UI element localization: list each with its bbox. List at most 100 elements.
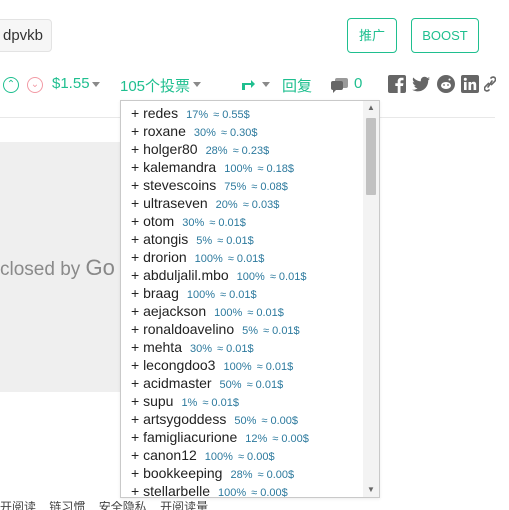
- voter-percent: 100%: [214, 307, 243, 319]
- payout-value[interactable]: $1.55: [52, 75, 90, 92]
- voter-item[interactable]: + otom 30% ≈ 0.01$: [121, 212, 364, 230]
- resteem-icon[interactable]: [240, 77, 256, 93]
- voter-name[interactable]: + stevescoins: [131, 177, 216, 193]
- voter-item[interactable]: + ultraseven 20% ≈ 0.03$: [121, 194, 364, 212]
- voter-name[interactable]: + holger80: [131, 141, 198, 157]
- footer-link[interactable]: 开阅读: [0, 501, 36, 510]
- payout-caret-icon[interactable]: [92, 82, 100, 87]
- voter-list: + redes 17% ≈ 0.55$ + roxane 30% ≈ 0.30$ + hol…: [121, 104, 364, 498]
- voter-amount: ≈ 0.01$: [227, 253, 265, 265]
- voter-name[interactable]: + famigliacurione: [131, 429, 237, 445]
- voter-name[interactable]: + redes: [131, 105, 178, 121]
- voter-percent: 100%: [204, 451, 233, 463]
- voter-item[interactable]: + lecongdoo3 100% ≈ 0.01$: [121, 356, 364, 374]
- voter-amount: ≈ 0.01$: [263, 325, 300, 337]
- voter-percent: 100%: [224, 163, 253, 175]
- twitter-icon[interactable]: [412, 75, 430, 93]
- voter-percent: 50%: [219, 379, 242, 391]
- voter-name[interactable]: + bookkeeping: [131, 465, 222, 481]
- voter-item[interactable]: + supu 1% ≈ 0.01$: [121, 392, 364, 410]
- voter-item[interactable]: + holger80 28% ≈ 0.23$: [121, 140, 364, 158]
- voter-item[interactable]: + kalemandra 100% ≈ 0.18$: [121, 158, 364, 176]
- chevron-up-circle-icon[interactable]: ⌃: [3, 77, 19, 93]
- promote-button[interactable]: 推广: [347, 18, 397, 53]
- voter-percent: 100%: [236, 271, 265, 283]
- voter-item[interactable]: + drorion 100% ≈ 0.01$: [121, 248, 364, 266]
- voter-percent: 50%: [234, 415, 257, 427]
- comment-count[interactable]: 0: [354, 75, 362, 92]
- voter-item[interactable]: + canon12 100% ≈ 0.00$: [121, 446, 364, 464]
- voter-percent: 30%: [182, 217, 205, 229]
- linkedin-icon[interactable]: [461, 75, 479, 93]
- voters-scrollbar[interactable]: ▲ ▼: [363, 101, 379, 497]
- voter-item[interactable]: + acidmaster 50% ≈ 0.01$: [121, 374, 364, 392]
- voter-amount: ≈ 0.01$: [269, 271, 307, 283]
- voter-name[interactable]: + abduljalil.mbo: [131, 267, 229, 283]
- voter-name[interactable]: + lecongdoo3: [131, 357, 215, 373]
- voter-amount: ≈ 0.03$: [242, 199, 280, 211]
- voter-item[interactable]: + atongis 5% ≈ 0.01$: [121, 230, 364, 248]
- voter-name[interactable]: + drorion: [131, 249, 187, 265]
- voter-name[interactable]: + supu: [131, 393, 173, 409]
- reply-link[interactable]: 回复: [282, 75, 312, 96]
- voter-amount: ≈ 0.01$: [246, 379, 284, 391]
- voter-percent: 30%: [193, 127, 216, 139]
- voter-amount: ≈ 0.00$: [251, 487, 288, 498]
- reddit-icon[interactable]: [437, 75, 455, 93]
- voter-amount: ≈ 0.00$: [257, 469, 295, 481]
- voter-name[interactable]: + otom: [131, 213, 174, 229]
- voter-name[interactable]: + kalemandra: [131, 159, 216, 175]
- voter-item[interactable]: + artsygoddess 50% ≈ 0.00$: [121, 410, 364, 428]
- votes-dropdown[interactable]: 105个投票: [120, 75, 190, 96]
- voter-name[interactable]: + acidmaster: [131, 375, 212, 391]
- voter-amount: ≈ 0.30$: [220, 127, 258, 139]
- voter-name[interactable]: + mehta: [131, 339, 182, 355]
- voter-name[interactable]: + ultraseven: [131, 195, 208, 211]
- footer-link[interactable]: 安全隐私: [99, 501, 147, 510]
- voter-name[interactable]: + artsygoddess: [131, 411, 226, 427]
- voter-percent: 5%: [242, 325, 259, 337]
- voter-name[interactable]: + atongis: [131, 231, 188, 247]
- voter-item[interactable]: + roxane 30% ≈ 0.30$: [121, 122, 364, 140]
- footer-link[interactable]: 开阅读量: [160, 501, 208, 510]
- voter-name[interactable]: + canon12: [131, 447, 197, 463]
- voter-amount: ≈ 0.55$: [213, 109, 250, 121]
- facebook-icon[interactable]: [388, 75, 406, 93]
- comment-icon[interactable]: [331, 78, 348, 93]
- voter-amount: ≈ 0.00$: [272, 433, 309, 445]
- voter-item[interactable]: + stellarbelle 100% ≈ 0.00$: [121, 482, 364, 498]
- voter-name[interactable]: + stellarbelle: [131, 483, 210, 497]
- voter-item[interactable]: + redes 17% ≈ 0.55$: [121, 104, 364, 122]
- scroll-up-arrow-icon[interactable]: ▲: [363, 101, 379, 115]
- voter-amount: ≈ 0.08$: [251, 181, 288, 193]
- votes-caret-icon[interactable]: [193, 82, 201, 87]
- scroll-thumb[interactable]: [366, 118, 376, 195]
- boost-button[interactable]: BOOST: [411, 18, 479, 53]
- voter-item[interactable]: + stevescoins 75% ≈ 0.08$: [121, 176, 364, 194]
- resteem-caret-icon[interactable]: [262, 82, 270, 87]
- voter-item[interactable]: + ronaldoavelino 5% ≈ 0.01$: [121, 320, 364, 338]
- footer-links: 开阅读 链习惯 安全隐私 开阅读量: [0, 501, 509, 510]
- voter-item[interactable]: + braag 100% ≈ 0.01$: [121, 284, 364, 302]
- tag-chip[interactable]: dpvkb: [0, 19, 53, 52]
- voters-dropdown-panel[interactable]: + redes 17% ≈ 0.55$ + roxane 30% ≈ 0.30$ + hol…: [120, 100, 380, 498]
- voter-percent: 100%: [186, 289, 216, 301]
- post-action-bar: ⌃ ⌄ $1.55 105个投票 回复 0: [0, 71, 509, 99]
- voter-item[interactable]: + mehta 30% ≈ 0.01$: [121, 338, 364, 356]
- voter-item[interactable]: + aejackson 100% ≈ 0.01$: [121, 302, 364, 320]
- footer-link[interactable]: 链习惯: [49, 501, 85, 510]
- scroll-down-arrow-icon[interactable]: ▼: [363, 483, 379, 497]
- link-icon[interactable]: [484, 75, 496, 93]
- voter-item[interactable]: + famigliacurione 12% ≈ 0.00$: [121, 428, 364, 446]
- chevron-down-circle-icon[interactable]: ⌄: [27, 77, 43, 93]
- voter-name[interactable]: + braag: [131, 285, 179, 301]
- voter-amount: ≈ 0.01$: [247, 307, 284, 319]
- voter-percent: 12%: [245, 433, 268, 445]
- voter-name[interactable]: + ronaldoavelino: [131, 321, 234, 337]
- voter-percent: 20%: [215, 199, 238, 211]
- voter-name[interactable]: + roxane: [131, 123, 186, 139]
- voter-name[interactable]: + aejackson: [131, 303, 206, 319]
- voter-item[interactable]: + abduljalil.mbo 100% ≈ 0.01$: [121, 266, 364, 284]
- voter-item[interactable]: + bookkeeping 28% ≈ 0.00$: [121, 464, 364, 482]
- voter-percent: 17%: [186, 109, 209, 121]
